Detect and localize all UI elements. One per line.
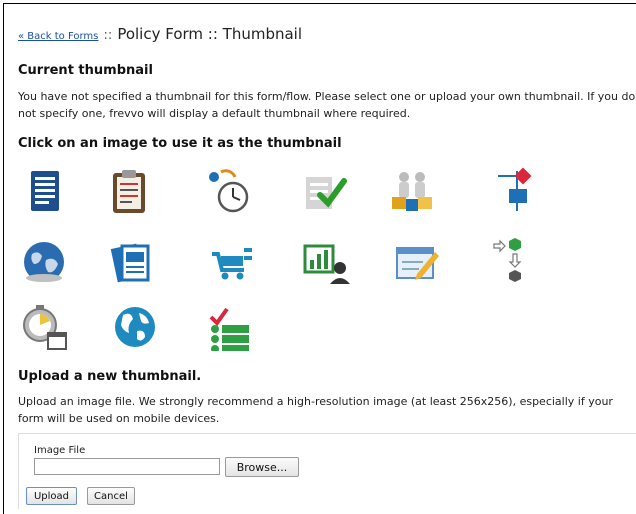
timer-calendar-icon[interactable] (20, 303, 68, 351)
upload-heading: Upload a new thumbnail. (18, 369, 202, 384)
documents-icon[interactable] (108, 238, 156, 286)
edit-form-icon[interactable] (393, 238, 441, 286)
current-thumbnail-heading: Current thumbnail (18, 63, 153, 78)
document-list-icon[interactable] (21, 167, 69, 215)
puzzle-people-icon[interactable] (388, 167, 436, 215)
world-map-icon[interactable] (111, 303, 159, 351)
browse-button[interactable]: Browse... (225, 457, 299, 477)
cancel-button[interactable]: Cancel (87, 487, 135, 505)
current-thumbnail-text: You have not specified a thumbnail for t… (18, 90, 636, 120)
gallery-heading: Click on an image to use it as the thumb… (18, 136, 342, 151)
globe-icon[interactable] (20, 238, 68, 286)
stopwatch-icon[interactable] (205, 167, 253, 215)
upload-button[interactable]: Upload (26, 487, 77, 505)
upload-text: Upload an image file. We strongly recomm… (18, 395, 613, 425)
flowchart-icon[interactable] (494, 167, 542, 215)
clipboard-icon[interactable] (105, 167, 153, 215)
checklist-icon[interactable] (300, 167, 348, 215)
shopping-cart-icon[interactable] (208, 238, 256, 286)
chart-user-icon[interactable] (302, 238, 350, 286)
breadcrumb-separator: :: (103, 28, 113, 43)
workflow-icon[interactable] (490, 236, 538, 284)
back-to-forms-link[interactable]: « Back to Forms (18, 31, 98, 42)
page-title: Policy Form :: Thumbnail (117, 25, 303, 43)
image-file-input[interactable] (34, 458, 220, 475)
task-list-icon[interactable] (205, 303, 253, 351)
image-file-label: Image File (34, 445, 86, 456)
breadcrumb: « Back to Forms :: Policy Form :: Thumbn… (18, 24, 302, 43)
